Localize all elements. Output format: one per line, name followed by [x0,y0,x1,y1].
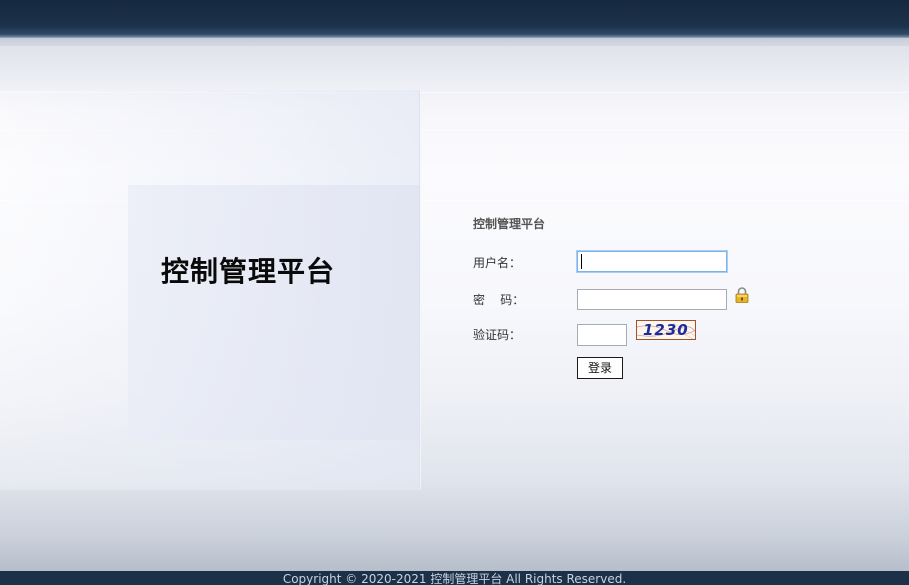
password-input[interactable] [577,289,727,310]
panel-divider [419,90,421,490]
left-panel-highlight [128,185,420,440]
lock-icon [735,287,749,303]
captcha-code: 1230 [643,321,689,339]
captcha-input[interactable] [577,324,627,346]
text-caret [581,254,582,269]
login-page: 控制管理平台 控制管理平台 用户名： 密 码： 验证码： 1230 登录 Cop… [0,0,909,585]
top-header-bar [0,0,909,38]
brand-title: 控制管理平台 [161,255,336,288]
copyright-text: Copyright © 2020-2021 控制管理平台 All Rights … [282,572,627,585]
footer-bar: Copyright © 2020-2021 控制管理平台 All Rights … [0,571,909,585]
header-shadow-strip [0,38,909,46]
username-label: 用户名： [473,256,522,270]
username-input[interactable] [577,251,727,272]
captcha-label: 验证码： [473,328,522,342]
password-label: 密 码： [473,293,525,307]
login-form-title: 控制管理平台 [473,217,546,231]
captcha-image[interactable]: 1230 [636,320,696,340]
login-button[interactable]: 登录 [577,357,623,379]
